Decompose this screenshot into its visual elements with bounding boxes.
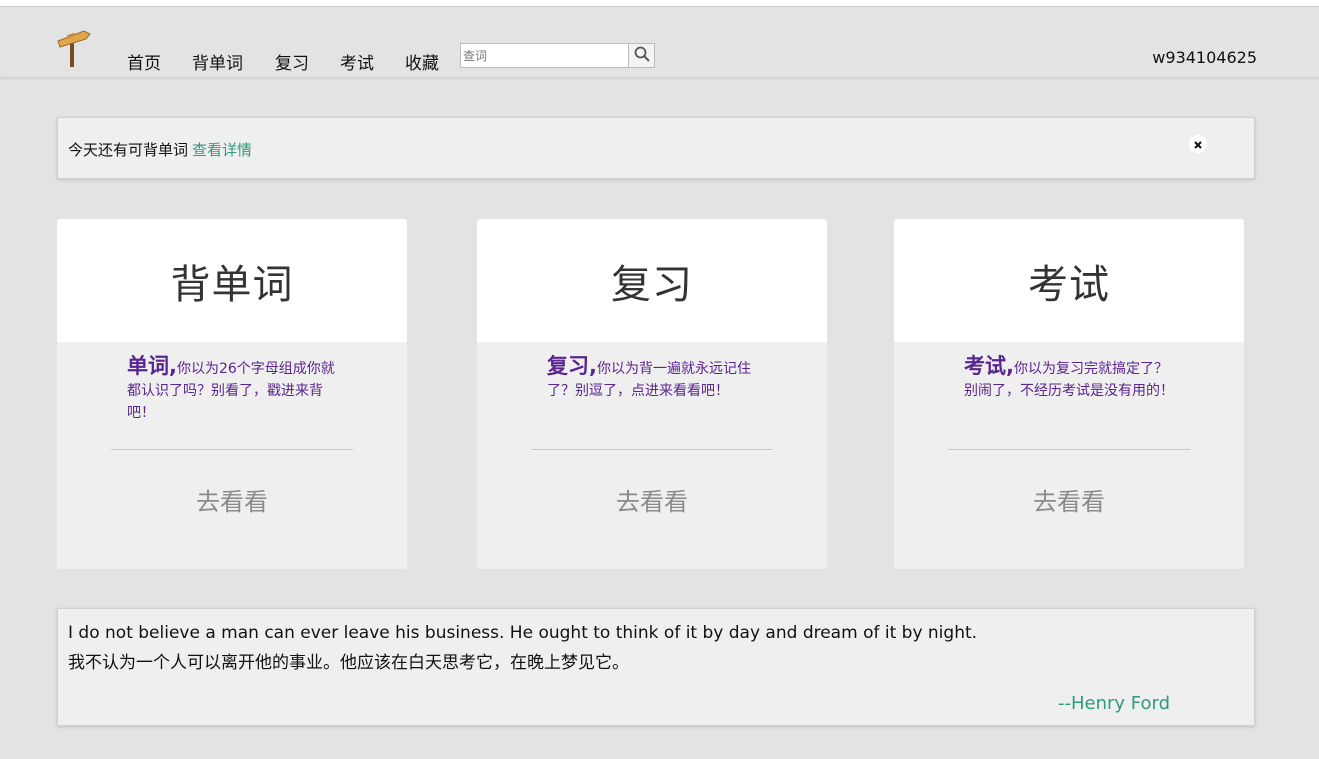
navbar: 首页 背单词 复习 考试 收藏 w934104625 [0,7,1319,78]
quote-author: --Henry Ford [1058,693,1171,714]
notice-message: 今天还有可背单词 查看详情 [68,139,252,160]
quote-chinese: 我不认为一个人可以离开他的事业。他应该在白天思考它，在晚上梦见它。 [68,653,629,673]
nav-exam[interactable]: 考试 [340,49,374,74]
quote-english: I do not believe a man can ever leave hi… [68,623,978,643]
signpost-logo-icon[interactable] [54,25,94,69]
card-highlight: 考试, [964,354,1014,378]
search-button[interactable] [628,44,654,67]
card-title: 背单词 [170,261,294,308]
card-header: 背单词 [57,219,407,342]
go-see-button[interactable]: 去看看 [57,482,407,517]
card-title: 复习 [611,261,693,308]
search-box [460,43,655,68]
card-description: 考试,你以为复习完就搞定了？别闹了，不经历考试是没有用的！ [964,355,1179,402]
go-see-button[interactable]: 去看看 [894,482,1244,517]
nav-memorize[interactable]: 背单词 [192,49,243,74]
close-notice-button[interactable] [1189,135,1207,153]
card-exam[interactable]: 考试 考试,你以为复习完就搞定了？别闹了，不经历考试是没有用的！ 去看看 [894,219,1244,569]
card-description: 复习,你以为背一遍就永远记住了？别逗了，点进来看看吧！ [547,355,762,402]
card-highlight: 单词, [127,354,177,378]
notice-banner: 今天还有可背单词 查看详情 [57,117,1255,179]
nav-favorites[interactable]: 收藏 [405,49,439,74]
username-link[interactable]: w934104625 [1152,48,1257,67]
card-memorize[interactable]: 背单词 单词,你以为26个字母组成你就都认识了吗？别看了，戳进来背吧！ 去看看 [57,219,407,569]
search-input[interactable] [461,44,628,67]
notice-text: 今天还有可背单词 [68,141,189,159]
divider [948,449,1190,450]
card-review[interactable]: 复习 复习,你以为背一遍就永远记住了？别逗了，点进来看看吧！ 去看看 [477,219,827,569]
nav-home[interactable]: 首页 [127,49,161,74]
go-see-button[interactable]: 去看看 [477,482,827,517]
nav-review[interactable]: 复习 [275,49,309,74]
divider [531,449,773,450]
card-title: 考试 [1028,261,1110,308]
card-highlight: 复习, [547,354,597,378]
card-header: 复习 [477,219,827,342]
close-icon [1193,135,1203,154]
card-header: 考试 [894,219,1244,342]
card-description: 单词,你以为26个字母组成你就都认识了吗？别看了，戳进来背吧！ [127,355,342,424]
divider [111,449,353,450]
view-details-link[interactable]: 查看详情 [192,141,252,159]
top-border [0,0,1319,7]
search-icon [634,46,650,66]
quote-panel: I do not believe a man can ever leave hi… [57,608,1255,726]
